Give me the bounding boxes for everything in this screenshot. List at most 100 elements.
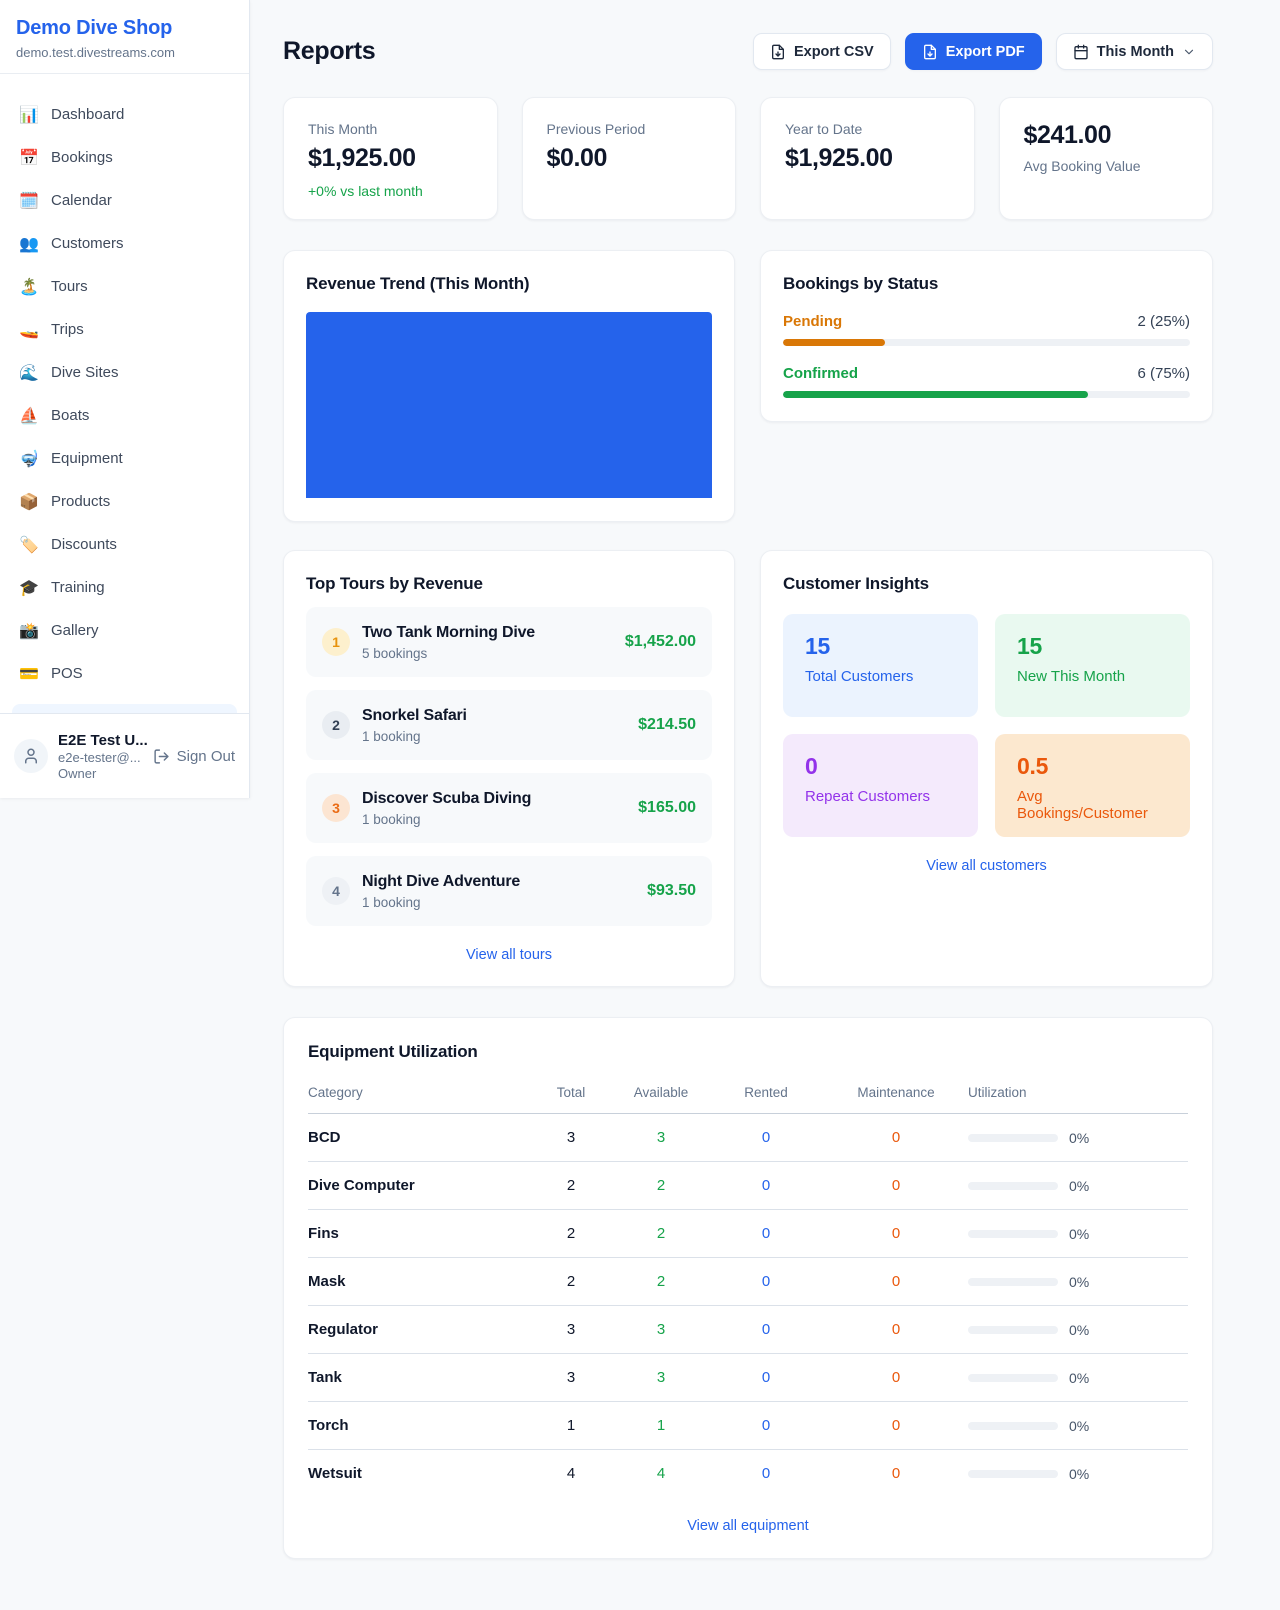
equipment-maintenance: 0 bbox=[824, 1354, 968, 1402]
insight-tile-avg-bookings: 0.5 Avg Bookings/Customer bbox=[995, 734, 1190, 837]
equipment-available: 1 bbox=[614, 1402, 708, 1450]
table-row: Mask 2 2 0 0 0% bbox=[308, 1258, 1188, 1306]
sidebar-item-discounts[interactable]: 🏷️Discounts bbox=[8, 526, 241, 563]
equipment-category: BCD bbox=[308, 1114, 528, 1162]
equipment-maintenance: 0 bbox=[824, 1450, 968, 1498]
tag-icon: 🏷️ bbox=[18, 535, 40, 555]
stat-label: Year to Date bbox=[785, 121, 950, 137]
sidebar-nav: 📊Dashboard 📅Bookings 🗓️Calendar 👥 Custome… bbox=[0, 74, 249, 692]
equipment-table: Category Total Available Rented Maintena… bbox=[308, 1077, 1188, 1497]
sidebar-item-equipment[interactable]: 🤿Equipment bbox=[8, 440, 241, 477]
package-icon: 📦 bbox=[18, 492, 40, 512]
table-row: Torch 1 1 0 0 0% bbox=[308, 1402, 1188, 1450]
sidebar-item-gallery[interactable]: 📸Gallery bbox=[8, 612, 241, 649]
stat-label: Avg Booking Value bbox=[1024, 158, 1189, 174]
utilization-bar-track bbox=[968, 1326, 1058, 1334]
sidebar-item-trips[interactable]: 🚤Trips bbox=[8, 311, 241, 348]
calendar-icon bbox=[1073, 44, 1089, 60]
utilization-label: 0% bbox=[1069, 1322, 1089, 1338]
rank-badge: 3 bbox=[322, 794, 350, 822]
tour-bookings: 1 booking bbox=[362, 812, 626, 827]
equipment-maintenance: 0 bbox=[824, 1162, 968, 1210]
people-icon: 👥 bbox=[18, 234, 40, 254]
user-meta: E2E Test U... e2e-tester@... Owner bbox=[58, 732, 143, 781]
file-download-icon bbox=[770, 44, 786, 60]
sidebar-item-dive-sites[interactable]: 🌊Dive Sites bbox=[8, 354, 241, 391]
credit-card-icon: 💳 bbox=[18, 664, 40, 684]
insight-tile-total-customers: 15 Total Customers bbox=[783, 614, 978, 717]
equipment-rented: 0 bbox=[708, 1402, 824, 1450]
sidebar-item-products[interactable]: 📦Products bbox=[8, 483, 241, 520]
table-row: Regulator 3 3 0 0 0% bbox=[308, 1306, 1188, 1354]
equipment-rented: 0 bbox=[708, 1450, 824, 1498]
island-icon: 🏝️ bbox=[18, 277, 40, 297]
user-panel: E2E Test U... e2e-tester@... Owner Sign … bbox=[0, 713, 249, 798]
sidebar-item-pos[interactable]: 💳POS bbox=[8, 655, 241, 692]
equipment-available: 3 bbox=[614, 1306, 708, 1354]
bar-chart-icon: 📊 bbox=[18, 105, 40, 125]
insight-label: Repeat Customers bbox=[805, 788, 956, 805]
tour-row: 2 Snorkel Safari1 booking $214.50 bbox=[306, 690, 712, 760]
sidebar-item-training[interactable]: 🎓Training bbox=[8, 569, 241, 606]
equipment-total: 3 bbox=[528, 1306, 614, 1354]
utilization-bar-track bbox=[968, 1182, 1058, 1190]
status-bar-fill bbox=[783, 339, 885, 346]
insights-row: Top Tours by Revenue 1 Two Tank Morning … bbox=[283, 550, 1213, 987]
stat-value: $0.00 bbox=[547, 144, 712, 173]
col-header-utilization: Utilization bbox=[968, 1077, 1188, 1114]
sidebar-item-label: Training bbox=[51, 579, 105, 596]
sidebar-item-dashboard[interactable]: 📊Dashboard bbox=[8, 96, 241, 133]
sidebar-item-label: Customers bbox=[51, 235, 124, 252]
sidebar-item-customers[interactable]: 👥 Customers bbox=[8, 225, 241, 262]
equipment-maintenance: 0 bbox=[824, 1258, 968, 1306]
view-all-customers-link[interactable]: View all customers bbox=[783, 858, 1190, 874]
sidebar-item-tours[interactable]: 🏝️Tours bbox=[8, 268, 241, 305]
header-actions: Export CSV Export PDF This Month bbox=[753, 33, 1213, 70]
sidebar-item-label: Gallery bbox=[51, 622, 99, 639]
status-bar-track bbox=[783, 339, 1190, 346]
user-email: e2e-tester@... bbox=[58, 750, 143, 765]
bookings-by-status-card: Bookings by Status Pending 2 (25%) Confi… bbox=[760, 250, 1213, 422]
tour-row: 1 Two Tank Morning Dive5 bookings $1,452… bbox=[306, 607, 712, 677]
tour-name: Discover Scuba Diving bbox=[362, 790, 531, 807]
export-csv-button[interactable]: Export CSV bbox=[753, 33, 891, 70]
view-all-tours-link[interactable]: View all tours bbox=[306, 947, 712, 963]
view-all-equipment-link[interactable]: View all equipment bbox=[308, 1518, 1188, 1534]
equipment-rented: 0 bbox=[708, 1258, 824, 1306]
equipment-utilization-title: Equipment Utilization bbox=[308, 1042, 1188, 1062]
sidebar-item-bookings[interactable]: 📅Bookings bbox=[8, 139, 241, 176]
insight-grid: 15 Total Customers 15 New This Month 0 R… bbox=[783, 614, 1190, 837]
file-download-icon bbox=[922, 44, 938, 60]
avatar bbox=[14, 739, 48, 773]
sign-out-button[interactable]: Sign Out bbox=[153, 748, 235, 765]
sidebar-item-calendar[interactable]: 🗓️Calendar bbox=[8, 182, 241, 219]
equipment-category: Mask bbox=[308, 1258, 528, 1306]
equipment-available: 4 bbox=[614, 1450, 708, 1498]
tour-row: 3 Discover Scuba Diving 1 booking $165.00 bbox=[306, 773, 712, 843]
status-row-confirmed: Confirmed 6 (75%) bbox=[783, 365, 1190, 398]
page-header: Reports Export CSV Export PDF This Month bbox=[283, 33, 1213, 70]
equipment-rented: 0 bbox=[708, 1306, 824, 1354]
insight-value: 15 bbox=[1017, 633, 1168, 660]
sidebar-item-label: Equipment bbox=[51, 450, 123, 467]
equipment-utilization-card: Equipment Utilization Category Total Ava… bbox=[283, 1017, 1213, 1559]
export-pdf-button[interactable]: Export PDF bbox=[905, 33, 1042, 70]
sidebar-item-boats[interactable]: ⛵Boats bbox=[8, 397, 241, 434]
tour-revenue: $165.00 bbox=[638, 799, 696, 817]
sidebar-item-label: Boats bbox=[51, 407, 89, 424]
equipment-category: Torch bbox=[308, 1402, 528, 1450]
col-header-total: Total bbox=[528, 1077, 614, 1114]
equipment-maintenance: 0 bbox=[824, 1402, 968, 1450]
sidebar-item-reports-partial[interactable] bbox=[12, 704, 237, 713]
period-select[interactable]: This Month bbox=[1056, 33, 1213, 70]
tour-bookings: 5 bookings bbox=[362, 646, 613, 661]
brand-block: Demo Dive Shop demo.test.divestreams.com bbox=[0, 0, 249, 74]
stat-card-this-month: This Month $1,925.00 +0% vs last month bbox=[283, 97, 498, 220]
utilization-bar-track bbox=[968, 1422, 1058, 1430]
equipment-available: 3 bbox=[614, 1354, 708, 1402]
rank-badge: 4 bbox=[322, 877, 350, 905]
brand-domain: demo.test.divestreams.com bbox=[16, 45, 233, 60]
export-pdf-label: Export PDF bbox=[946, 44, 1025, 60]
utilization-bar-track bbox=[968, 1278, 1058, 1286]
period-label: This Month bbox=[1097, 44, 1174, 60]
